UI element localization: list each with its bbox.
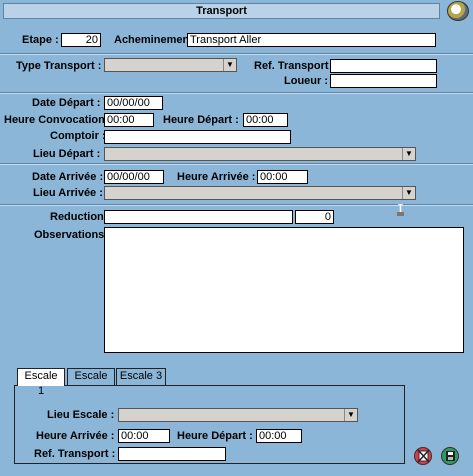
loueur-label: Loueur : — [284, 75, 328, 87]
help-icon[interactable] — [447, 1, 469, 21]
date-depart-label: Date Départ : — [32, 97, 101, 109]
heure-depart-label: Heure Départ : — [163, 114, 239, 126]
tab-escale-1[interactable]: Escale 1 — [17, 368, 65, 397]
separator — [0, 163, 473, 165]
date-depart-field[interactable]: 00/00/00 — [104, 96, 163, 110]
reduction-number-field[interactable]: 0 — [295, 210, 334, 224]
separator — [0, 53, 473, 55]
etape-label: Etape : — [22, 34, 59, 46]
heure-convocation-label: Heure Convocation — [4, 114, 105, 126]
reduction-label: Reduction — [50, 211, 104, 223]
lieu-escale-label: Lieu Escale : — [47, 409, 115, 421]
heure-convocation-field[interactable]: 00:00 — [104, 113, 154, 127]
text-cursor-icon — [397, 203, 404, 217]
escale-heure-arrivee-label: Heure Arrivée : — [36, 430, 115, 442]
etape-field[interactable]: 20 — [61, 33, 101, 47]
comptoir-field[interactable] — [104, 130, 291, 144]
lieu-depart-select[interactable]: ▼ — [104, 147, 416, 161]
escale-ref-transport-label: Ref. Transport : — [34, 448, 116, 460]
lieu-escale-select[interactable]: ▼ — [118, 408, 358, 422]
date-arrivee-label: Date Arrivée : — [32, 171, 104, 183]
delete-button[interactable] — [414, 447, 432, 465]
ref-transport-label: Ref. Transport — [254, 60, 329, 72]
type-transport-label: Type Transport : — [16, 60, 102, 72]
heure-depart-field[interactable]: 00:00 — [243, 113, 288, 127]
observations-label: Observations — [34, 229, 105, 241]
escale-heure-arrivee-field[interactable]: 00:00 — [118, 429, 170, 443]
lieu-depart-label: Lieu Départ : — [33, 148, 101, 160]
chevron-down-icon: ▼ — [402, 148, 415, 160]
lieu-arrivee-select[interactable]: ▼ — [104, 186, 416, 200]
escale-heure-depart-label: Heure Départ : — [177, 430, 253, 442]
escale-ref-transport-field[interactable] — [118, 447, 226, 461]
save-icon — [446, 451, 455, 461]
chevron-down-icon: ▼ — [223, 59, 236, 71]
tab-escale-3[interactable]: Escale 3 — [116, 368, 166, 385]
delete-icon — [417, 449, 430, 463]
chevron-down-icon: ▼ — [344, 409, 357, 421]
observations-textarea[interactable] — [104, 227, 464, 353]
type-transport-select[interactable]: ▼ — [104, 58, 237, 72]
heure-arrivee-label: Heure Arrivée : — [177, 171, 256, 183]
comptoir-label: Comptoir : — [50, 130, 106, 142]
window-title: Transport — [3, 3, 440, 19]
lieu-arrivee-label: Lieu Arrivée : — [33, 187, 103, 199]
tab-escale-2[interactable]: Escale 2 — [67, 368, 115, 397]
loueur-field[interactable] — [330, 74, 437, 88]
save-button[interactable] — [441, 447, 459, 465]
separator — [0, 92, 473, 94]
date-arrivee-field[interactable]: 00/00/00 — [104, 170, 164, 184]
heure-arrivee-field[interactable]: 00:00 — [257, 170, 308, 184]
escale-heure-depart-field[interactable]: 00:00 — [256, 429, 302, 443]
ref-transport-field[interactable] — [330, 59, 437, 73]
chevron-down-icon: ▼ — [402, 187, 415, 199]
acheminement-field[interactable]: Transport Aller — [187, 33, 436, 47]
acheminement-label: Acheminement — [114, 34, 193, 46]
reduction-text-field[interactable] — [104, 210, 293, 224]
